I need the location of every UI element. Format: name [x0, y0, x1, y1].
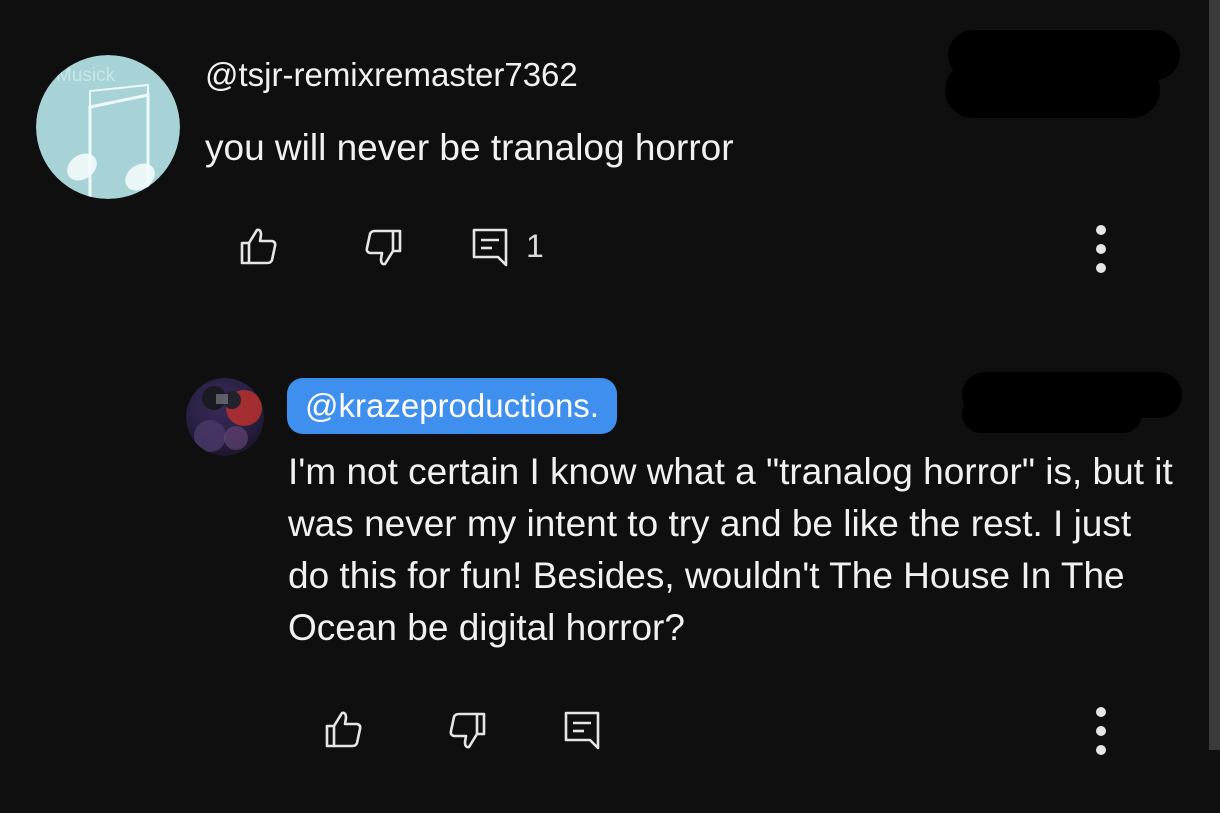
- more-vert-icon-dot: [1096, 726, 1106, 736]
- reply-text: I'm not certain I know what a "tranalog …: [288, 451, 1173, 648]
- avatar-watermark-text: Musick: [56, 65, 116, 86]
- like-button[interactable]: [236, 224, 280, 268]
- scrollbar[interactable]: [1209, 0, 1220, 750]
- replies-button[interactable]: [468, 225, 512, 269]
- thumbs-down-icon: [449, 712, 486, 749]
- more-options-button[interactable]: [1094, 707, 1108, 755]
- comment-icon: [472, 228, 508, 267]
- thumbs-down-icon: [365, 229, 402, 266]
- thumbs-up-icon: [325, 711, 362, 748]
- more-vert-icon-dot: [1096, 225, 1106, 235]
- thumbs-up-icon: [240, 228, 277, 265]
- reply-button[interactable]: [560, 708, 604, 752]
- music-note-icon: Musick: [36, 55, 180, 199]
- avatar[interactable]: Musick: [36, 55, 180, 199]
- more-vert-icon-dot: [1096, 707, 1106, 717]
- more-vert-icon-dot: [1096, 263, 1106, 273]
- dislike-button[interactable]: [362, 226, 406, 270]
- reply-count[interactable]: 1: [526, 228, 544, 265]
- dislike-button[interactable]: [446, 709, 490, 753]
- more-vert-icon-dot: [1096, 745, 1106, 755]
- comment-author[interactable]: @tsjr-remixremaster7362: [205, 56, 578, 94]
- reply-author[interactable]: @krazeproductions.: [287, 378, 617, 434]
- redaction: [962, 395, 1142, 433]
- more-options-button[interactable]: [1094, 225, 1108, 273]
- comment-text: you will never be tranalog horror: [205, 127, 734, 168]
- creature-avatar-icon: [186, 378, 264, 456]
- more-vert-icon-dot: [1096, 244, 1106, 254]
- comment-icon: [564, 711, 600, 750]
- like-button[interactable]: [321, 707, 365, 751]
- avatar[interactable]: [186, 378, 264, 456]
- redaction: [945, 62, 1160, 118]
